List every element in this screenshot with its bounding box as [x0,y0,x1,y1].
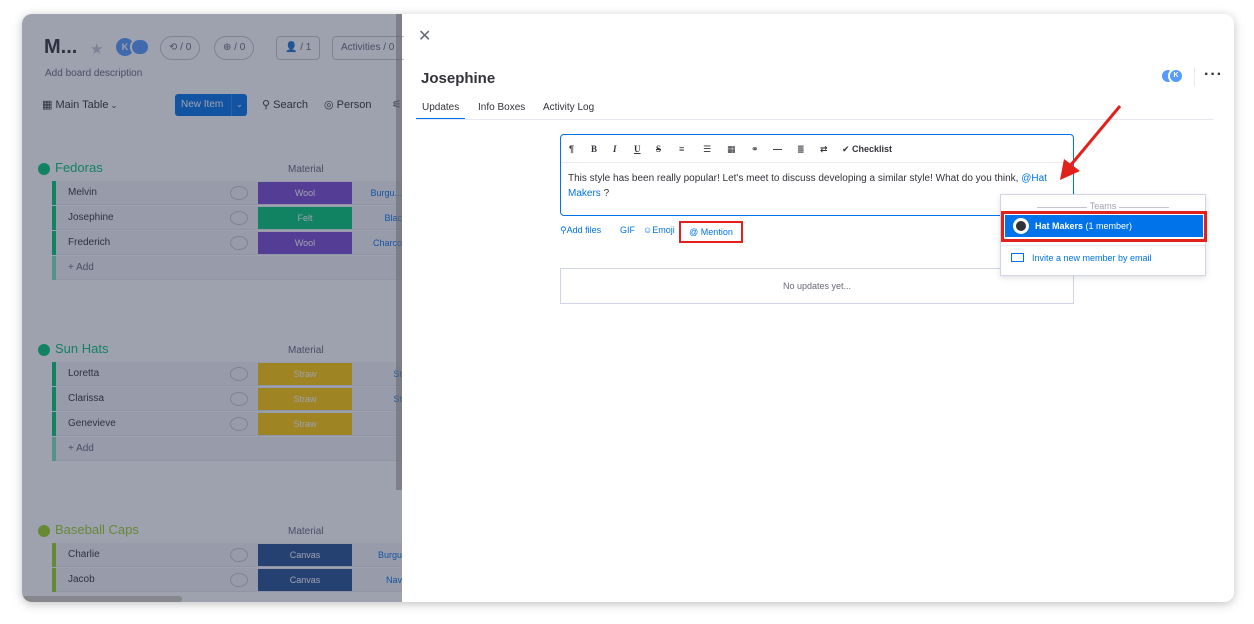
bullet-list-icon[interactable]: ☰ [703,135,711,163]
close-icon[interactable]: ✕ [418,26,431,46]
subscribers-avatar[interactable]: K [1162,68,1184,84]
board: M... ★ K ⟲ / 0 ⊕ / 0 👤 / 1 Activities / … [22,14,412,602]
emoji-icon: ☺ [643,225,653,235]
numbered-list-icon[interactable]: ≡ [679,135,684,163]
app-window: M... ★ K ⟲ / 0 ⊕ / 0 👤 / 1 Activities / … [22,14,1234,602]
emoji-button[interactable]: ☺Emoji [643,221,675,239]
more-options-icon[interactable]: ··· [1204,66,1223,84]
modal-overlay[interactable] [22,14,402,602]
format-toolbar: ¶ B I U S ≡ ☰ ▦ ⚭ — ≣ ⇄ ✔ Checklist [561,135,1073,163]
align-icon[interactable]: ≣ [797,135,805,163]
link-icon[interactable]: ⚭ [751,135,759,163]
tab-activity-log[interactable]: Activity Log [537,100,600,116]
mention-dropdown: Teams Hat Makers (1 member) Invite a new… [1000,194,1207,276]
paperclip-icon: ⚲ [560,225,567,235]
item-title[interactable]: Josephine [421,70,495,87]
tabs-divider [416,119,1214,120]
empty-updates-box: No updates yet... [560,268,1074,304]
italic-icon[interactable]: I [613,135,617,163]
dropdown-section-header: Teams [1001,201,1205,211]
gif-button[interactable]: GIF [620,221,635,239]
editor-content[interactable]: This style has been really popular! Let'… [568,171,1058,201]
highlight-box [1001,211,1207,242]
add-files-button[interactable]: ⚲Add files [560,221,601,239]
divider [1194,68,1195,86]
checklist-button[interactable]: ✔ Checklist [842,135,892,163]
item-panel: ✕ Josephine K ··· Updates Info Boxes Act… [404,14,1234,602]
tab-updates[interactable]: Updates [416,100,466,120]
mention-button[interactable]: @ Mention [679,221,743,243]
bold-icon[interactable]: B [591,135,597,163]
paragraph-icon[interactable]: ¶ [569,135,574,163]
horizontal-scrollbar[interactable] [22,596,182,602]
underline-icon[interactable]: U [634,135,641,163]
dropdown-divider [1001,245,1205,246]
tab-info-boxes[interactable]: Info Boxes [472,100,531,116]
invite-member-option[interactable]: Invite a new member by email [1011,251,1152,265]
divider-icon[interactable]: — [773,135,782,163]
avatar: K [1168,68,1184,84]
strikethrough-icon[interactable]: S [656,135,661,163]
vertical-scrollbar[interactable] [396,14,402,490]
envelope-icon [1011,253,1024,262]
update-editor[interactable]: ¶ B I U S ≡ ☰ ▦ ⚭ — ≣ ⇄ ✔ Checklist This… [560,134,1074,216]
direction-icon[interactable]: ⇄ [820,135,828,163]
table-icon[interactable]: ▦ [727,135,736,163]
